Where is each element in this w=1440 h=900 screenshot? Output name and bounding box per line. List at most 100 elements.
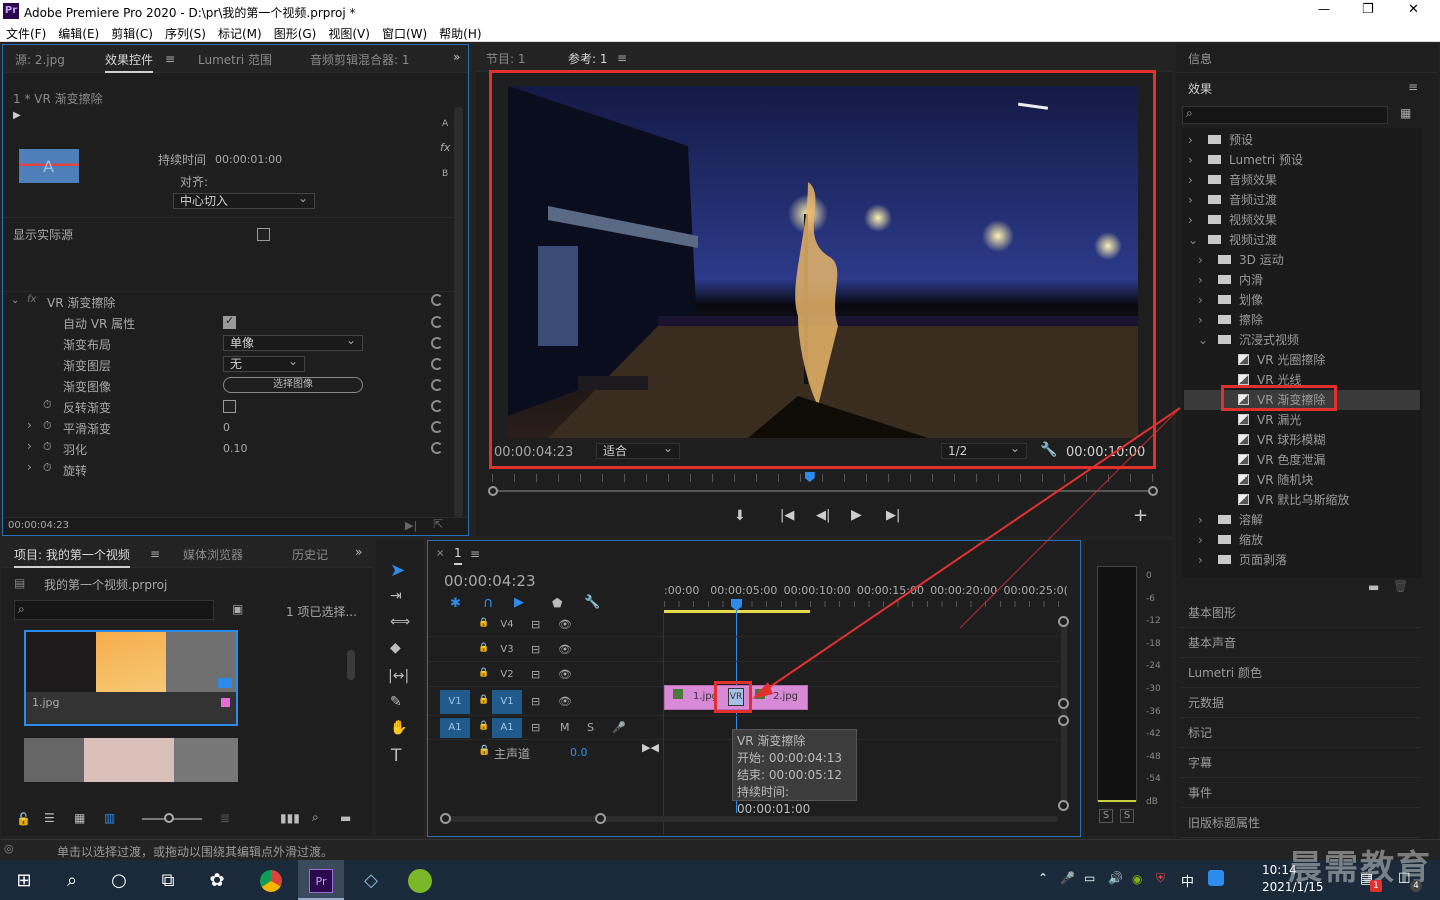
project-search-input[interactable] bbox=[14, 600, 214, 620]
effect-controls-timecode[interactable]: 00:00:04:23 bbox=[8, 520, 69, 531]
step-back-icon[interactable]: ◀| bbox=[816, 508, 830, 523]
track-header[interactable] bbox=[428, 638, 663, 662]
effects-search-input[interactable] bbox=[1182, 106, 1388, 124]
reset-icon[interactable] bbox=[431, 421, 443, 433]
tab-project[interactable]: 项目: 我的第一个视频 bbox=[14, 546, 130, 568]
panel-overflow-icon[interactable]: » bbox=[355, 545, 362, 559]
stopwatch-icon[interactable]: ⏱ bbox=[43, 461, 52, 475]
type-tool-icon[interactable]: T bbox=[391, 746, 401, 766]
new-bin-icon[interactable]: ▬ bbox=[340, 811, 351, 825]
microphone-icon[interactable]: 🎤 bbox=[612, 721, 626, 734]
track-lane[interactable] bbox=[664, 613, 1058, 637]
menu-item[interactable]: 剪辑(C) bbox=[105, 22, 159, 42]
menu-item[interactable]: 视图(V) bbox=[322, 22, 376, 42]
vscroll-top-handle[interactable] bbox=[1058, 616, 1069, 627]
mute-icon[interactable]: M bbox=[560, 721, 570, 734]
reset-icon[interactable] bbox=[431, 294, 443, 306]
select-image-button[interactable]: 选择图像 bbox=[223, 377, 363, 393]
scrollbar[interactable] bbox=[347, 650, 355, 680]
melon-app-icon[interactable] bbox=[408, 869, 432, 893]
track-name[interactable]: V2 bbox=[492, 665, 522, 685]
maximize-button[interactable]: ❐ bbox=[1362, 2, 1374, 17]
new-folder-icon[interactable]: ▬ bbox=[1368, 580, 1379, 594]
toggle-sync-icon[interactable]: ⊟ bbox=[531, 618, 540, 631]
effect-item[interactable]: VR 光圈擦除 bbox=[1184, 350, 1420, 370]
pen-tool-icon[interactable]: ✎ bbox=[390, 694, 402, 710]
toggle-sync-icon[interactable]: ⊟ bbox=[531, 643, 540, 656]
effects-folder[interactable]: › 溶解 bbox=[1184, 510, 1420, 530]
chevron-down-icon[interactable]: ⌄ bbox=[1198, 330, 1210, 350]
effect-item[interactable]: VR 漏光 bbox=[1184, 410, 1420, 430]
chevron-right-icon[interactable]: › bbox=[1198, 310, 1210, 330]
microphone-icon[interactable]: 🎤 bbox=[1060, 871, 1075, 885]
action-center-icon[interactable]: ☐ bbox=[1398, 871, 1411, 887]
nest-icon[interactable]: ▶ bbox=[514, 595, 524, 610]
chevron-right-icon[interactable]: › bbox=[1198, 290, 1210, 310]
side-panel-tab[interactable]: 元数据 bbox=[1180, 688, 1420, 718]
volume-icon[interactable]: 🔊 bbox=[1108, 871, 1123, 885]
track-name[interactable]: V3 bbox=[492, 640, 522, 660]
chevron-right-icon[interactable]: › bbox=[1198, 530, 1210, 550]
effect-item[interactable]: VR 随机块 bbox=[1184, 470, 1420, 490]
stopwatch-icon[interactable]: ⏱ bbox=[43, 440, 52, 454]
effect-item[interactable]: VR 球形模糊 bbox=[1184, 430, 1420, 450]
scrub-start-handle[interactable] bbox=[488, 486, 498, 496]
task-view-icon[interactable]: ⧉ bbox=[156, 869, 180, 893]
tab-effect-controls[interactable]: 效果控件 bbox=[105, 51, 154, 73]
effect-item[interactable]: VR 色度泄漏 bbox=[1184, 450, 1420, 470]
chevron-right-icon[interactable]: › bbox=[1188, 190, 1200, 210]
chrome-icon[interactable] bbox=[260, 870, 282, 892]
effects-folder[interactable]: › 预设 bbox=[1184, 130, 1420, 150]
panel-overflow-icon[interactable]: » bbox=[453, 50, 460, 64]
tab-source[interactable]: 源: 2.jpg bbox=[15, 51, 65, 68]
chevron-right-icon[interactable]: › bbox=[1198, 510, 1210, 530]
property-dropdown[interactable]: 单像 bbox=[223, 333, 363, 351]
ime-indicator[interactable]: 中 bbox=[1181, 871, 1194, 890]
track-lane[interactable] bbox=[664, 716, 1058, 740]
qq-icon[interactable] bbox=[1208, 870, 1224, 886]
effects-folder[interactable]: › 擦除 bbox=[1184, 310, 1420, 330]
time-ruler[interactable]: :00:00 00:00:05:00 00:00:10:00 00:00:15:00 0… bbox=[664, 581, 1068, 613]
vscroll-mid-handle-2[interactable] bbox=[1058, 715, 1069, 726]
scrub-end-handle[interactable] bbox=[1148, 486, 1158, 496]
effects-folder[interactable]: › 3D 运动 bbox=[1184, 250, 1420, 270]
play-icon[interactable]: ▶ bbox=[13, 110, 21, 121]
reset-icon[interactable] bbox=[431, 400, 443, 412]
find-icon[interactable]: ⌕ bbox=[312, 810, 319, 825]
new-bin-icon[interactable]: ▦ bbox=[1400, 106, 1411, 120]
tab-history[interactable]: 历史记 bbox=[292, 546, 328, 563]
project-item[interactable]: 1.jpg bbox=[24, 630, 238, 726]
effects-folder[interactable]: › 音频过渡 bbox=[1184, 190, 1420, 210]
list-view-icon[interactable]: ☰ bbox=[44, 811, 55, 825]
razor-tool-icon[interactable]: ◆ bbox=[390, 640, 401, 656]
lock-icon[interactable]: 🔓 bbox=[16, 812, 31, 826]
panel-menu-icon[interactable]: ≡ bbox=[150, 547, 160, 561]
slip-tool-icon[interactable]: |↔| bbox=[388, 668, 409, 684]
expand-chevron-icon[interactable]: › bbox=[27, 439, 32, 453]
vscroll-mid-handle-1[interactable] bbox=[1058, 698, 1069, 709]
add-marker-icon[interactable]: ⬇ bbox=[734, 508, 746, 524]
side-panel-tab[interactable]: 基本图形 bbox=[1180, 598, 1420, 628]
eye-icon[interactable]: 👁 bbox=[558, 618, 572, 631]
chevron-right-icon[interactable]: › bbox=[1198, 250, 1210, 270]
chevron-right-icon[interactable]: › bbox=[1188, 150, 1200, 170]
vscroll-bottom-handle[interactable] bbox=[1058, 800, 1069, 811]
reset-icon[interactable] bbox=[431, 337, 443, 349]
nvidia-icon[interactable]: ◉ bbox=[1132, 872, 1142, 886]
lock-icon[interactable]: 🔒 bbox=[478, 618, 489, 628]
tab-reference[interactable]: 参考: 1 bbox=[568, 50, 608, 72]
scroll-handle-right[interactable] bbox=[595, 813, 606, 824]
expand-chevron-icon[interactable]: › bbox=[27, 418, 32, 432]
network-icon[interactable]: ▭ bbox=[1084, 871, 1095, 885]
track-name[interactable]: V4 bbox=[492, 615, 522, 635]
source-patch[interactable]: V1 bbox=[440, 690, 470, 714]
property-dropdown[interactable]: 无 bbox=[223, 354, 305, 372]
track-name[interactable]: V1 bbox=[492, 690, 522, 714]
sort-icon[interactable]: ≣ bbox=[220, 811, 230, 825]
go-to-in-icon[interactable]: |◀ bbox=[780, 508, 794, 523]
chevron-down-icon[interactable]: ⌄ bbox=[1188, 230, 1200, 250]
solo-button[interactable]: S bbox=[1120, 809, 1134, 823]
tab-audio-clip-mixer[interactable]: 音频剪辑混合器: 1 bbox=[310, 51, 410, 68]
toggle-sync-icon[interactable]: ⊟ bbox=[531, 668, 540, 681]
solo-button[interactable]: S bbox=[1099, 809, 1113, 823]
